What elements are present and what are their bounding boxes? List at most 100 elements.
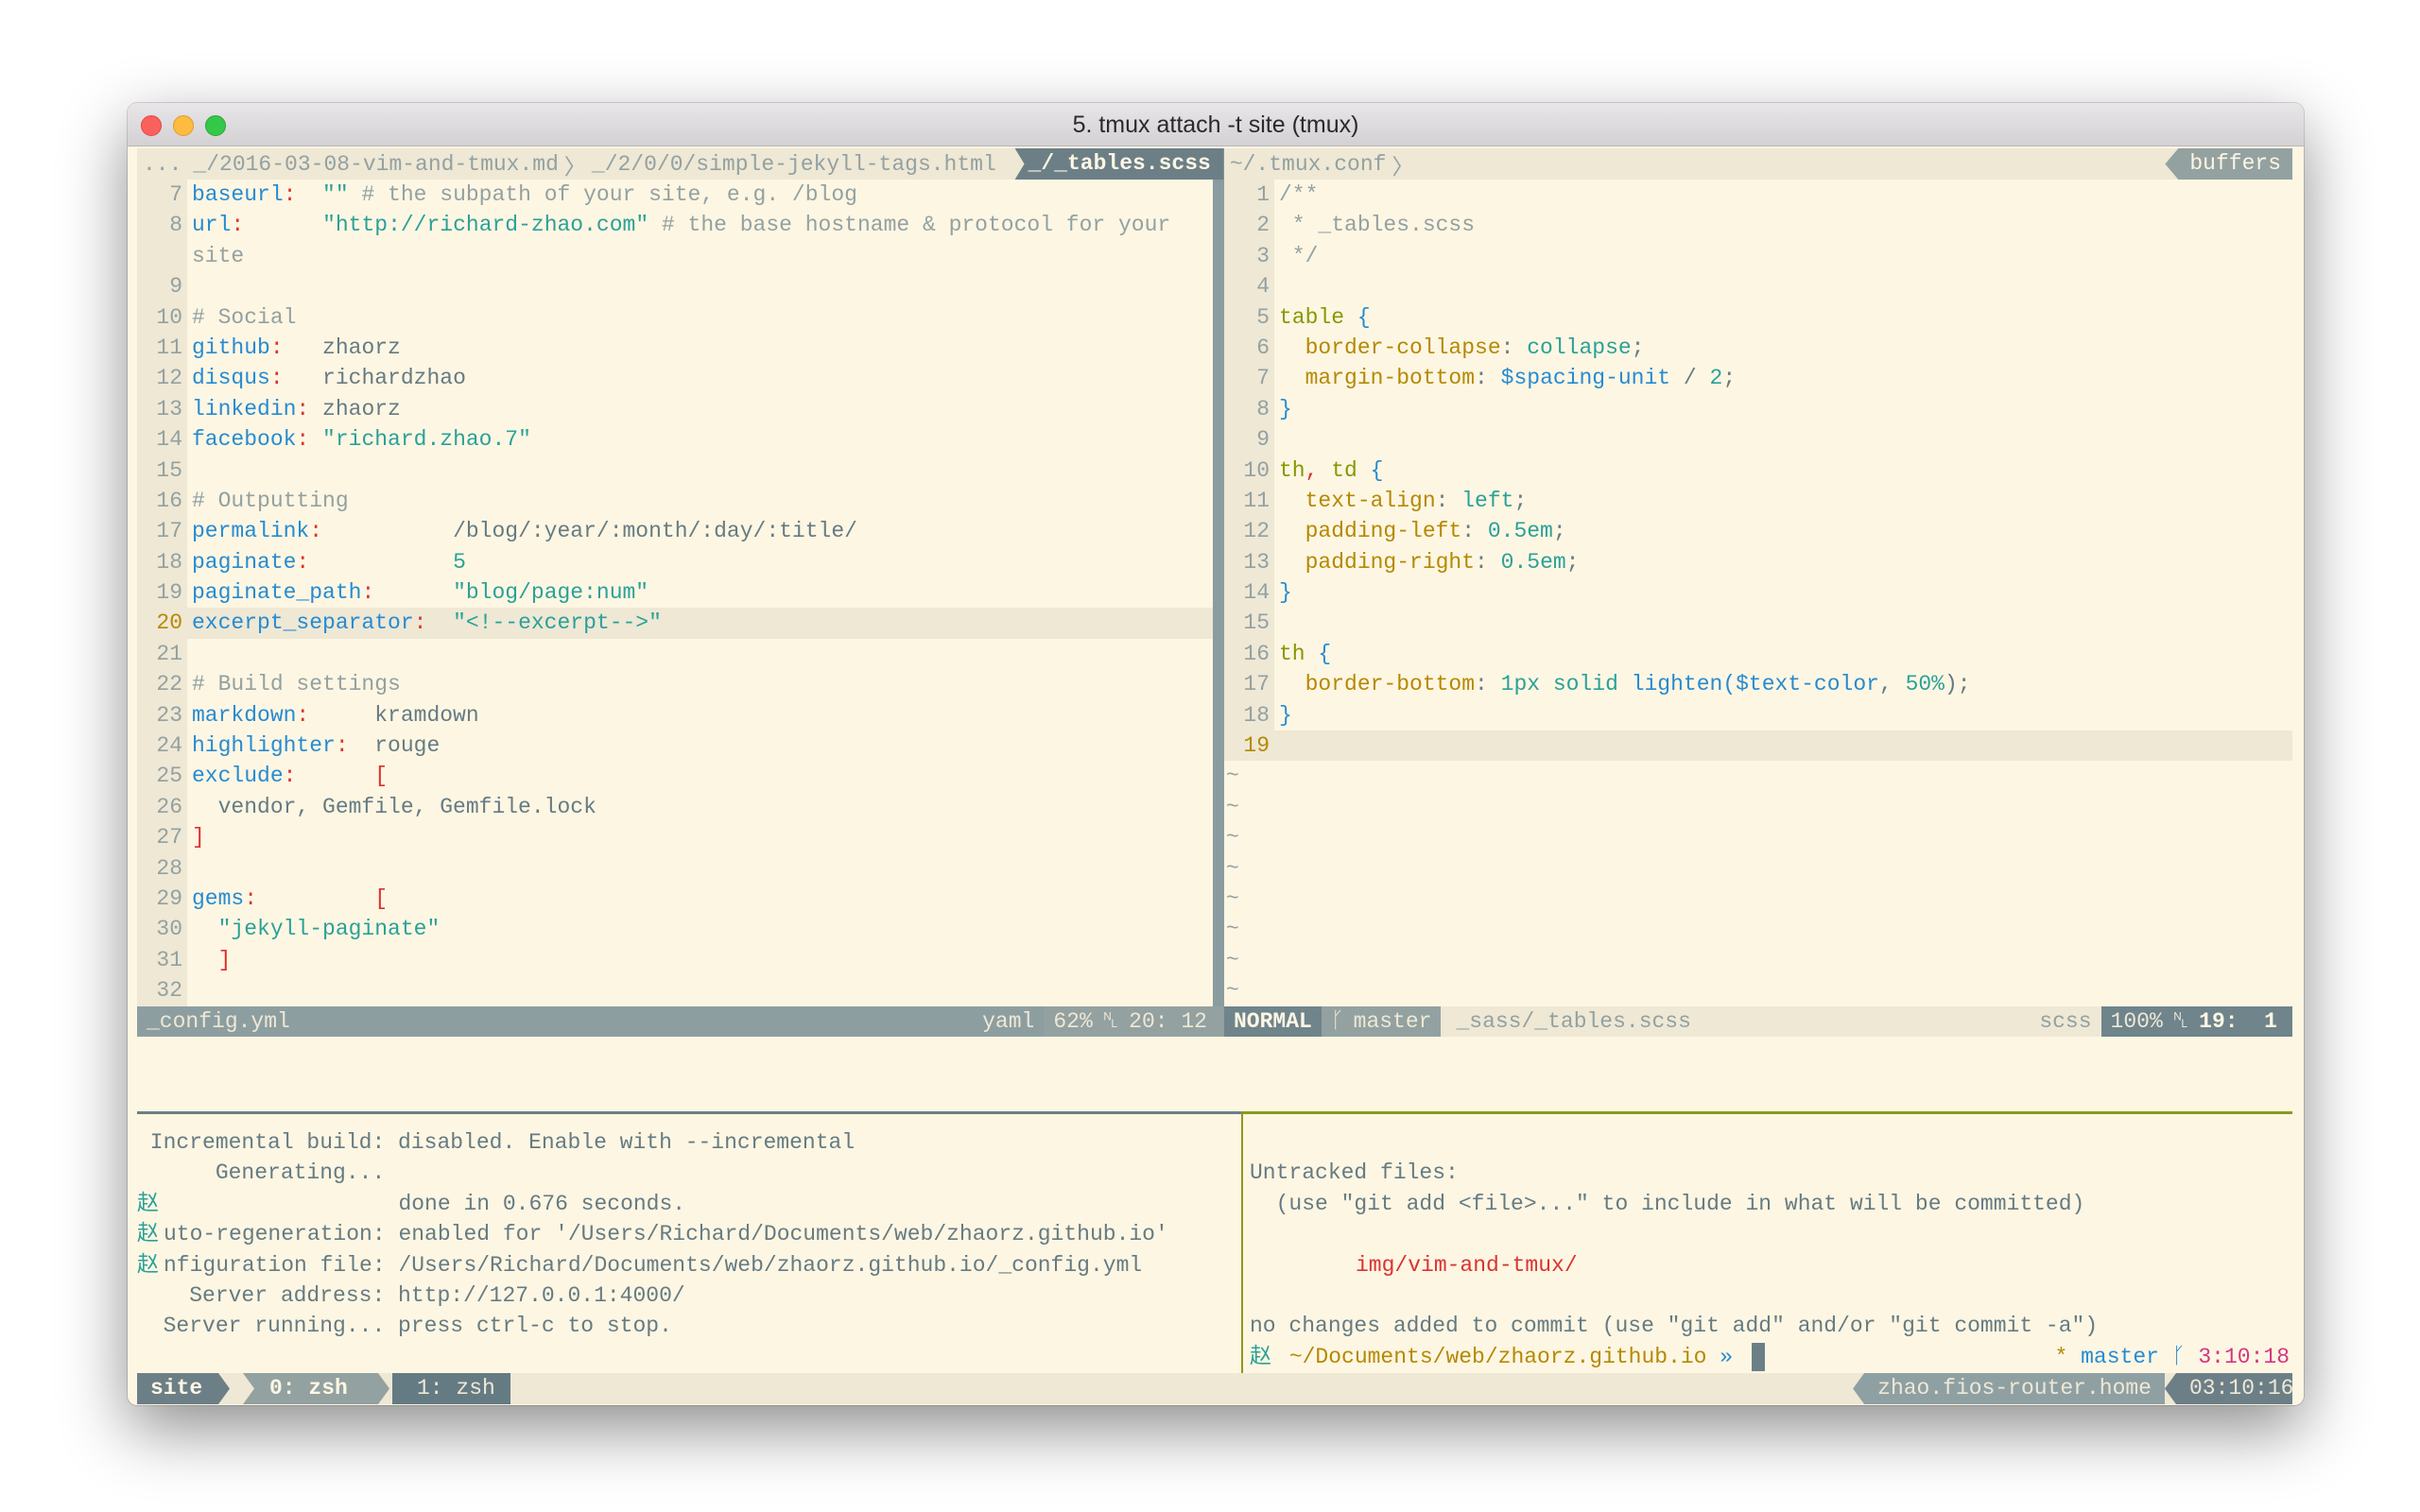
empty-buffer-line: ~ (1224, 914, 2292, 944)
code-text: */ (1274, 241, 2292, 271)
tmux-window-tab[interactable]: 1: zsh (392, 1373, 510, 1404)
code-text: text-align: left; (1274, 486, 2292, 516)
code-line[interactable]: 7 baseurl: "" # the subpath of your site,… (137, 180, 1213, 211)
code-line[interactable]: 16th { (1224, 638, 2292, 670)
code-line[interactable]: 27] (137, 822, 1213, 853)
code-line[interactable]: 10 # Social (137, 301, 1213, 333)
jekyll-terminal-pane[interactable]: Incremental build: disabled. Enable with… (137, 1127, 1234, 1342)
terminal-output-line: Generating... (137, 1158, 1234, 1188)
code-line[interactable]: 4 (1224, 271, 2292, 302)
right-editor-pane[interactable]: 1/** 2 * _tables.scss 3 */4 5 table {6 borde… (1224, 180, 2292, 1006)
code-line[interactable]: 12 disqus: richardzhao (137, 363, 1213, 394)
code-line[interactable]: 11 github: zhaorz (137, 332, 1213, 364)
code-token: } (1279, 396, 1292, 421)
line-number: 7 (137, 180, 187, 211)
code-token: ; (1513, 488, 1528, 513)
code-line[interactable]: 14 facebook: "richard.zhao.7" (137, 424, 1213, 455)
line-number: 7 (1224, 363, 1274, 394)
code-token: padding-right (1279, 549, 1476, 575)
code-line[interactable]: 15 (137, 455, 1213, 486)
prompt-path: ~/Documents/web/zhaorz.github.io (1288, 1344, 1707, 1369)
code-line[interactable]: 14} (1224, 577, 2292, 609)
code-line[interactable]: 18} (1224, 699, 2292, 731)
code-line[interactable]: 11 text-align: left; (1224, 485, 2292, 517)
code-line[interactable]: 17 permalink: /blog/:year/:month/:day/:ti… (137, 516, 1213, 547)
code-text: /** (1274, 180, 2292, 210)
prompt-arrow: » (1720, 1344, 1734, 1369)
code-line[interactable]: 25 exclude: [ (137, 761, 1213, 792)
code-line[interactable]: 16 # Outputting (137, 485, 1213, 517)
tilde-marker: ~ (1226, 885, 1239, 911)
code-line[interactable]: 31 ] (137, 944, 1213, 976)
git-terminal-pane[interactable]: Untracked files: (use "git add <file>...… (1250, 1127, 2290, 1372)
code-line[interactable]: 22 # Build settings (137, 669, 1213, 700)
code-line[interactable]: 7 margin-bottom: $spacing-unit / 2; (1224, 363, 2292, 394)
code-line[interactable]: 13 linkedin: zhaorz (137, 393, 1213, 425)
code-line[interactable]: site (137, 240, 1213, 272)
shell-prompt[interactable]: 赵 ~/Documents/web/zhaorz.github.io » * m… (1250, 1342, 2290, 1372)
code-line[interactable]: 5 table { (1224, 301, 2292, 333)
code-token: : (1475, 672, 1501, 697)
code-line[interactable]: 8} (1224, 393, 2292, 425)
git-branch-icon: ᚴ (2171, 1344, 2186, 1369)
code-line-current[interactable]: 20 excerpt_separator: "<!--excerpt-->" (137, 608, 1213, 639)
code-line[interactable]: 18 paginate: 5 (137, 546, 1213, 578)
code-line[interactable]: 9 (1224, 424, 2292, 455)
code-line[interactable]: 17 border-bottom: 1px solid lighten($tex… (1224, 669, 2292, 700)
code-line[interactable]: 28 (137, 852, 1213, 884)
buffers-label: buffers (2165, 148, 2292, 180)
code-token: 0.5em (1500, 549, 1566, 575)
buffer-tab-active[interactable]: _/_tables.scss (1014, 148, 1224, 180)
code-text: url: "http://richard-zhao.com" # the bas… (187, 210, 1213, 240)
code-text: linkedin: zhaorz (187, 394, 1213, 424)
code-line[interactable]: 13 padding-right: 0.5em; (1224, 546, 2292, 578)
code-line[interactable]: 12 padding-left: 0.5em; (1224, 516, 2292, 547)
code-token: : (309, 519, 323, 544)
code-line[interactable]: 2 * _tables.scss (1224, 210, 2292, 241)
line-number: 14 (137, 424, 187, 455)
code-line[interactable]: 21 (137, 638, 1213, 670)
prompt-glyph: 赵 (137, 1222, 159, 1247)
tilde-marker: ~ (1226, 794, 1239, 819)
code-line[interactable]: 26 vendor, Gemfile, Gemfile.lock (137, 791, 1213, 823)
title-bar: 5. tmux attach -t site (tmux) (128, 103, 2304, 146)
code-line[interactable]: 6 border-collapse: collapse; (1224, 332, 2292, 364)
code-token: table (1279, 304, 1345, 330)
code-token: # the subpath of your site, e.g. /blog (348, 182, 857, 207)
code-token: paginate (192, 549, 297, 575)
left-editor-pane[interactable]: 7 baseurl: "" # the subpath of your site,… (137, 180, 1213, 1006)
pane-divider[interactable] (1213, 180, 1224, 1006)
code-line[interactable]: 10 th, td { (1224, 455, 2292, 486)
code-line[interactable]: 3 */ (1224, 240, 2292, 272)
buffer-tab[interactable]: _/2/0/0/simple-jekyll-tags.html (586, 152, 1002, 177)
code-line[interactable]: 32 (137, 975, 1213, 1006)
code-line[interactable]: 1/** (1224, 180, 2292, 211)
code-token: gems (192, 885, 245, 911)
code-token: # Social (192, 304, 297, 330)
code-line[interactable]: 15 (1224, 608, 2292, 639)
code-text: baseurl: "" # the subpath of your site, … (187, 180, 1213, 210)
code-token: th (1279, 457, 1305, 483)
git-dirty-star: * (2054, 1344, 2068, 1369)
code-line[interactable]: 30 "jekyll-paginate" (137, 914, 1213, 945)
tmux-pane-vertical-border[interactable] (1241, 1111, 1243, 1373)
code-line[interactable]: 9 (137, 271, 1213, 302)
code-text: excerpt_separator: "<!--excerpt-->" (187, 608, 1213, 639)
code-line[interactable]: 23 markdown: kramdown (137, 699, 1213, 731)
line-number: 11 (1224, 485, 1274, 517)
code-line[interactable]: 19 paginate_path: "blog/page:num" (137, 577, 1213, 609)
buffer-tab[interactable]: _/2016-03-08-vim-and-tmux.md (187, 152, 563, 177)
code-token: left (1461, 488, 1514, 513)
code-token: { (1357, 304, 1371, 330)
code-token: lighten($text-color (1631, 672, 1879, 697)
code-line[interactable]: 24 highlighter: rouge (137, 730, 1213, 762)
code-line[interactable]: 8 url: "http://richard-zhao.com" # the ba… (137, 210, 1213, 241)
tmux-window-tab-active[interactable]: 0: zsh (243, 1373, 389, 1404)
code-line-current[interactable]: 19 (1224, 730, 2292, 762)
buffer-tab[interactable]: ~/.tmux.conf (1224, 152, 1392, 177)
code-line[interactable]: 29 gems: [ (137, 883, 1213, 915)
